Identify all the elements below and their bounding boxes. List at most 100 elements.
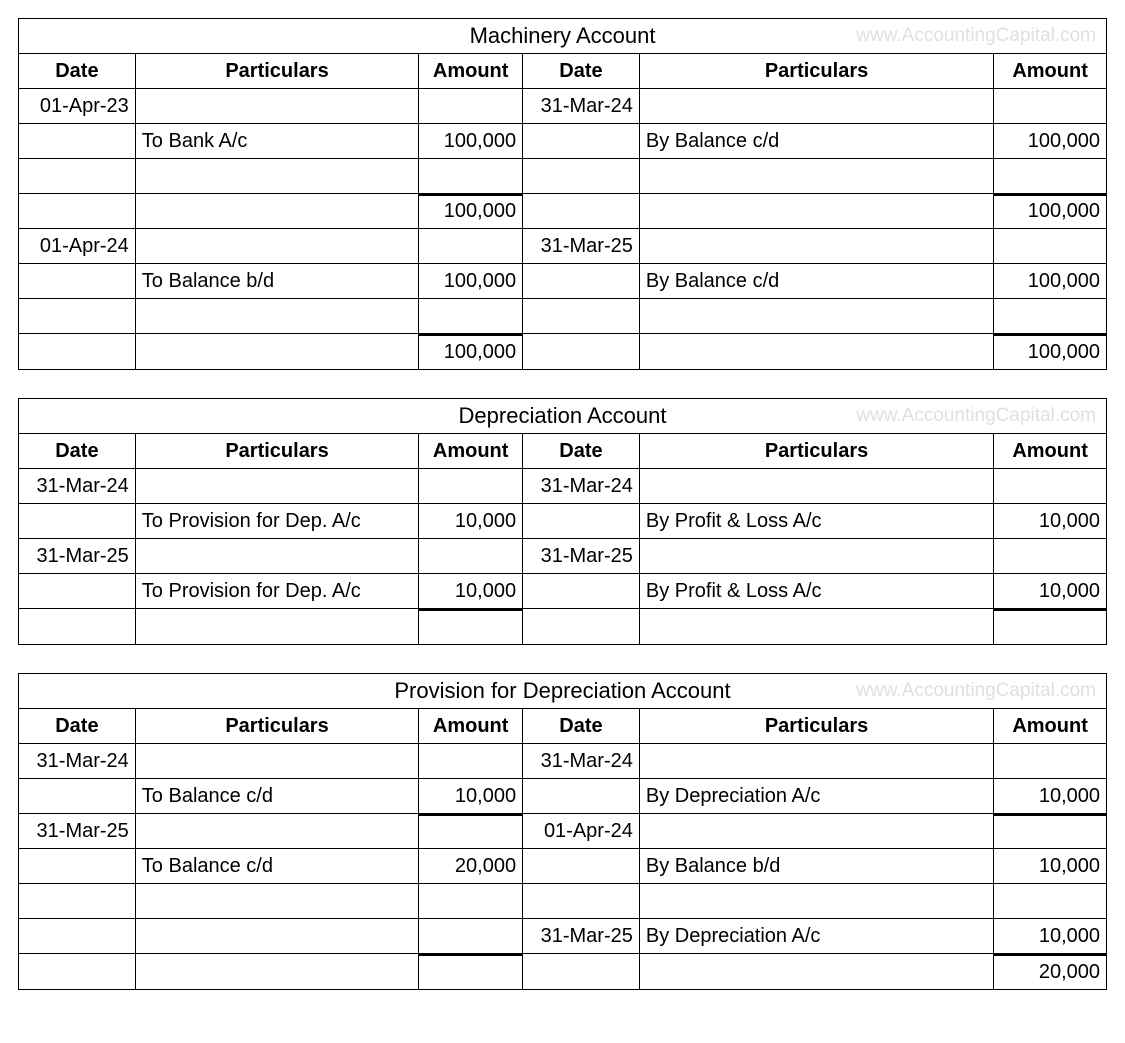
date-cell: [19, 299, 136, 334]
particulars-cell: To Balance b/d: [136, 264, 419, 299]
date-cell: 31-Mar-24: [523, 469, 640, 504]
col-amount-header: Amount: [419, 434, 523, 469]
amount-cell: [419, 609, 523, 644]
particulars-cell: By Balance b/d: [640, 849, 994, 884]
date-cell: [523, 194, 640, 229]
date-cell: [523, 884, 640, 919]
watermark: www.AccountingCapital.com: [856, 405, 1096, 427]
date-cell: [19, 159, 136, 194]
amount-cell: 10,000: [994, 574, 1106, 609]
date-cell: [523, 849, 640, 884]
amount-cell: [419, 954, 523, 989]
particulars-cell: [640, 814, 994, 849]
particulars-cell: To Balance c/d: [136, 779, 419, 814]
table-row: To Balance c/d10,000By Depreciation A/c1…: [19, 779, 1106, 814]
date-cell: 01-Apr-23: [19, 89, 136, 124]
amount-cell: [994, 539, 1106, 574]
particulars-cell: [136, 89, 419, 124]
amount-cell: 10,000: [994, 919, 1106, 954]
col-date-header: Date: [523, 709, 640, 744]
date-cell: [19, 609, 136, 644]
table-row: 100,000100,000: [19, 334, 1106, 369]
date-cell: [523, 334, 640, 369]
col-amount-header: Amount: [994, 434, 1106, 469]
date-cell: [523, 504, 640, 539]
amount-cell: [994, 299, 1106, 334]
table-row: To Balance c/d20,000By Balance b/d10,000: [19, 849, 1106, 884]
ledger-account: Provision for Depreciation Accountwww.Ac…: [18, 673, 1107, 990]
particulars-cell: [136, 229, 419, 264]
date-cell: 01-Apr-24: [523, 814, 640, 849]
particulars-cell: To Provision for Dep. A/c: [136, 574, 419, 609]
particulars-cell: [136, 954, 419, 989]
amount-cell: [994, 159, 1106, 194]
date-cell: [19, 334, 136, 369]
particulars-cell: [136, 609, 419, 644]
column-header-row: DateParticularsAmountDateParticularsAmou…: [19, 434, 1106, 469]
date-cell: 31-Mar-25: [523, 539, 640, 574]
amount-cell: [419, 229, 523, 264]
col-date-header: Date: [19, 434, 136, 469]
table-row: 20,000: [19, 954, 1106, 989]
table-row: [19, 299, 1106, 334]
date-cell: [19, 954, 136, 989]
col-date-header: Date: [523, 54, 640, 89]
date-cell: [523, 159, 640, 194]
table-row: To Bank A/c100,000By Balance c/d100,000: [19, 124, 1106, 159]
table-row: [19, 159, 1106, 194]
date-cell: [19, 574, 136, 609]
amount-cell: [419, 744, 523, 779]
particulars-cell: [640, 159, 994, 194]
date-cell: 31-Mar-25: [19, 814, 136, 849]
date-cell: [19, 884, 136, 919]
amount-cell: [419, 884, 523, 919]
amount-cell: 100,000: [994, 264, 1106, 299]
table-row: 31-Mar-25By Depreciation A/c10,000: [19, 919, 1106, 954]
amount-cell: 10,000: [994, 504, 1106, 539]
ledger-title-row: Provision for Depreciation Accountwww.Ac…: [19, 674, 1106, 709]
date-cell: 31-Mar-24: [523, 89, 640, 124]
table-row: 31-Mar-25 01-Apr-24: [19, 814, 1106, 849]
particulars-cell: By Profit & Loss A/c: [640, 504, 994, 539]
amount-cell: 10,000: [994, 779, 1106, 814]
particulars-cell: [640, 744, 994, 779]
particulars-cell: To Bank A/c: [136, 124, 419, 159]
table-row: [19, 884, 1106, 919]
col-amount-header: Amount: [994, 54, 1106, 89]
amount-cell: [419, 539, 523, 574]
date-cell: [19, 194, 136, 229]
amount-cell: 10,000: [994, 849, 1106, 884]
amount-cell: 100,000: [994, 124, 1106, 159]
particulars-cell: [640, 229, 994, 264]
particulars-cell: [136, 194, 419, 229]
particulars-cell: [640, 89, 994, 124]
table-row: To Provision for Dep. A/c10,000By Profit…: [19, 574, 1106, 609]
amount-cell: [419, 814, 523, 849]
date-cell: [19, 504, 136, 539]
col-amount-header: Amount: [994, 709, 1106, 744]
date-cell: [523, 574, 640, 609]
particulars-cell: [640, 194, 994, 229]
date-cell: [19, 124, 136, 159]
amount-cell: 100,000: [419, 124, 523, 159]
ledger-title: Depreciation Account: [459, 403, 667, 429]
table-row: 31-Mar-2431-Mar-24: [19, 469, 1106, 504]
date-cell: [523, 264, 640, 299]
particulars-cell: [136, 334, 419, 369]
amount-cell: 100,000: [419, 334, 523, 369]
col-particulars-header: Particulars: [640, 434, 994, 469]
col-date-header: Date: [523, 434, 640, 469]
particulars-cell: [136, 299, 419, 334]
particulars-cell: [640, 884, 994, 919]
particulars-cell: [136, 814, 419, 849]
amount-cell: 100,000: [419, 264, 523, 299]
particulars-cell: [136, 469, 419, 504]
column-header-row: DateParticularsAmountDateParticularsAmou…: [19, 54, 1106, 89]
amount-cell: 10,000: [419, 504, 523, 539]
table-row: 01-Apr-2431-Mar-25: [19, 229, 1106, 264]
col-particulars-header: Particulars: [640, 709, 994, 744]
particulars-cell: By Balance c/d: [640, 264, 994, 299]
particulars-cell: [136, 884, 419, 919]
particulars-cell: [640, 609, 994, 644]
particulars-cell: By Depreciation A/c: [640, 779, 994, 814]
